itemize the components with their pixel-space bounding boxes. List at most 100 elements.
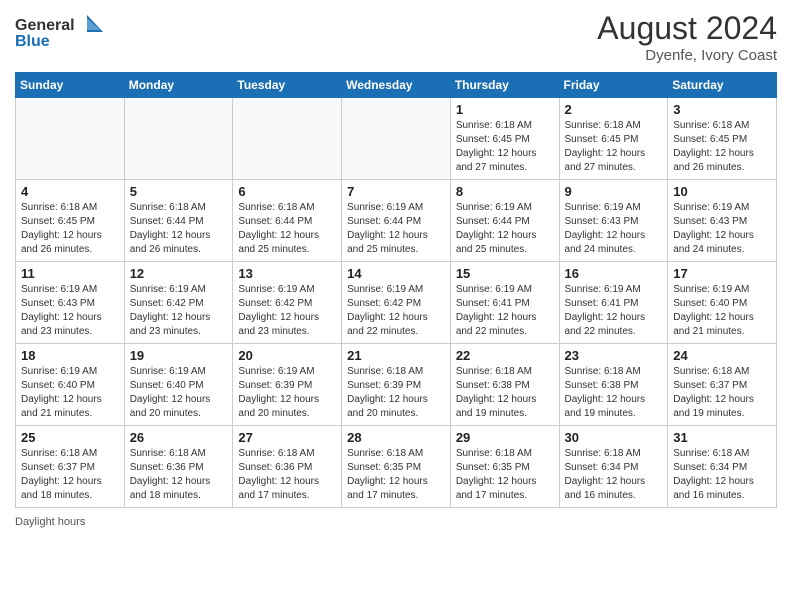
calendar-week-row: 1 Sunrise: 6:18 AMSunset: 6:45 PMDaylight… bbox=[16, 98, 777, 180]
svg-text:Blue: Blue bbox=[15, 33, 50, 50]
calendar-day-cell: 11 Sunrise: 6:19 AMSunset: 6:43 PMDayligh… bbox=[16, 262, 125, 344]
day-number: 20 bbox=[238, 348, 336, 363]
day-info: Sunrise: 6:19 AMSunset: 6:42 PMDaylight:… bbox=[238, 283, 336, 339]
day-info: Sunrise: 6:18 AMSunset: 6:38 PMDaylight:… bbox=[456, 365, 554, 421]
day-number: 21 bbox=[347, 348, 445, 363]
day-info: Sunrise: 6:19 AMSunset: 6:41 PMDaylight:… bbox=[456, 283, 554, 339]
day-info: Sunrise: 6:19 AMSunset: 6:44 PMDaylight:… bbox=[347, 201, 445, 257]
location: Dyenfe, Ivory Coast bbox=[597, 47, 777, 64]
calendar-day-cell: 17Sunrise: 6:19 AMSunset: 6:40 PMDayligh… bbox=[668, 262, 777, 344]
month-year: August 2024 bbox=[597, 10, 777, 47]
day-info: Sunrise: 6:19 AMSunset: 6:41 PMDaylight:… bbox=[565, 283, 663, 339]
calendar-day-cell: 19Sunrise: 6:19 AMSunset: 6:40 PMDayligh… bbox=[124, 344, 233, 426]
day-info: Sunrise: 6:18 AMSunset: 6:36 PMDaylight:… bbox=[238, 447, 336, 503]
day-info: Sunrise: 6:19 AMSunset: 6:43 PMDaylight:… bbox=[673, 201, 771, 257]
day-number: 23 bbox=[565, 348, 663, 363]
calendar-day-cell: 24Sunrise: 6:18 AMSunset: 6:37 PMDayligh… bbox=[668, 344, 777, 426]
day-info: Sunrise: 6:19 AMSunset: 6:40 PMDaylight:… bbox=[21, 365, 119, 421]
day-info: Sunrise: 6:19 AMSunset: 6:44 PMDaylight:… bbox=[456, 201, 554, 257]
day-info: Sunrise: 6:18 AMSunset: 6:44 PMDaylight:… bbox=[130, 201, 228, 257]
calendar-day-cell: 8 Sunrise: 6:19 AMSunset: 6:44 PMDaylight… bbox=[450, 180, 559, 262]
day-number: 5 bbox=[130, 184, 228, 199]
day-number: 18 bbox=[21, 348, 119, 363]
calendar-day-cell: 9Sunrise: 6:19 AMSunset: 6:43 PMDaylight… bbox=[559, 180, 668, 262]
day-number: 25 bbox=[21, 430, 119, 445]
calendar-day-cell: 6 Sunrise: 6:18 AMSunset: 6:44 PMDaylight… bbox=[233, 180, 342, 262]
day-info: Sunrise: 6:18 AMSunset: 6:37 PMDaylight:… bbox=[21, 447, 119, 503]
calendar-day-cell: 23Sunrise: 6:18 AMSunset: 6:38 PMDayligh… bbox=[559, 344, 668, 426]
calendar-day-cell: 12 Sunrise: 6:19 AMSunset: 6:42 PMDayligh… bbox=[124, 262, 233, 344]
day-number: 10 bbox=[673, 184, 771, 199]
calendar-day-cell bbox=[124, 98, 233, 180]
day-number: 4 bbox=[21, 184, 119, 199]
calendar-day-cell bbox=[16, 98, 125, 180]
day-number: 29 bbox=[456, 430, 554, 445]
day-number: 13 bbox=[238, 266, 336, 281]
day-info: Sunrise: 6:19 AMSunset: 6:40 PMDaylight:… bbox=[673, 283, 771, 339]
calendar-day-cell: 27 Sunrise: 6:18 AMSunset: 6:36 PMDayligh… bbox=[233, 426, 342, 508]
page: General Blue August 2024 Dyenfe, Ivory C… bbox=[0, 0, 792, 612]
day-number: 3 bbox=[673, 102, 771, 117]
calendar-day-cell bbox=[233, 98, 342, 180]
day-info: Sunrise: 6:18 AMSunset: 6:39 PMDaylight:… bbox=[347, 365, 445, 421]
calendar-day-cell: 5 Sunrise: 6:18 AMSunset: 6:44 PMDaylight… bbox=[124, 180, 233, 262]
day-number: 28 bbox=[347, 430, 445, 445]
day-info: Sunrise: 6:18 AMSunset: 6:35 PMDaylight:… bbox=[347, 447, 445, 503]
logo-icon: General Blue bbox=[15, 10, 105, 55]
day-info: Sunrise: 6:18 AMSunset: 6:44 PMDaylight:… bbox=[238, 201, 336, 257]
calendar-day-cell: 25 Sunrise: 6:18 AMSunset: 6:37 PMDayligh… bbox=[16, 426, 125, 508]
title-block: August 2024 Dyenfe, Ivory Coast bbox=[597, 10, 777, 64]
day-number: 6 bbox=[238, 184, 336, 199]
day-info: Sunrise: 6:18 AMSunset: 6:34 PMDaylight:… bbox=[673, 447, 771, 503]
calendar-day-cell: 28 Sunrise: 6:18 AMSunset: 6:35 PMDayligh… bbox=[342, 426, 451, 508]
day-number: 15 bbox=[456, 266, 554, 281]
calendar-day-cell: 13 Sunrise: 6:19 AMSunset: 6:42 PMDayligh… bbox=[233, 262, 342, 344]
calendar-week-row: 18 Sunrise: 6:19 AMSunset: 6:40 PMDayligh… bbox=[16, 344, 777, 426]
day-info: Sunrise: 6:19 AMSunset: 6:43 PMDaylight:… bbox=[21, 283, 119, 339]
calendar-table: SundayMondayTuesdayWednesdayThursdayFrid… bbox=[15, 72, 777, 508]
calendar-day-cell: 16Sunrise: 6:19 AMSunset: 6:41 PMDayligh… bbox=[559, 262, 668, 344]
day-number: 11 bbox=[21, 266, 119, 281]
day-of-week-header: Sunday bbox=[16, 73, 125, 98]
day-number: 8 bbox=[456, 184, 554, 199]
day-number: 27 bbox=[238, 430, 336, 445]
svg-text:General: General bbox=[15, 17, 75, 34]
header: General Blue August 2024 Dyenfe, Ivory C… bbox=[15, 10, 777, 64]
day-number: 14 bbox=[347, 266, 445, 281]
calendar-day-cell: 20 Sunrise: 6:19 AMSunset: 6:39 PMDayligh… bbox=[233, 344, 342, 426]
day-info: Sunrise: 6:19 AMSunset: 6:42 PMDaylight:… bbox=[347, 283, 445, 339]
day-info: Sunrise: 6:18 AMSunset: 6:45 PMDaylight:… bbox=[673, 119, 771, 175]
day-info: Sunrise: 6:18 AMSunset: 6:45 PMDaylight:… bbox=[456, 119, 554, 175]
calendar-header-row: SundayMondayTuesdayWednesdayThursdayFrid… bbox=[16, 73, 777, 98]
day-number: 24 bbox=[673, 348, 771, 363]
calendar-day-cell: 26 Sunrise: 6:18 AMSunset: 6:36 PMDayligh… bbox=[124, 426, 233, 508]
day-number: 12 bbox=[130, 266, 228, 281]
calendar-week-row: 25 Sunrise: 6:18 AMSunset: 6:37 PMDayligh… bbox=[16, 426, 777, 508]
day-number: 19 bbox=[130, 348, 228, 363]
calendar-day-cell: 4 Sunrise: 6:18 AMSunset: 6:45 PMDaylight… bbox=[16, 180, 125, 262]
day-info: Sunrise: 6:19 AMSunset: 6:42 PMDaylight:… bbox=[130, 283, 228, 339]
day-number: 1 bbox=[456, 102, 554, 117]
calendar-day-cell bbox=[342, 98, 451, 180]
day-of-week-header: Saturday bbox=[668, 73, 777, 98]
day-info: Sunrise: 6:18 AMSunset: 6:45 PMDaylight:… bbox=[21, 201, 119, 257]
day-info: Sunrise: 6:18 AMSunset: 6:34 PMDaylight:… bbox=[565, 447, 663, 503]
day-of-week-header: Friday bbox=[559, 73, 668, 98]
logo: General Blue bbox=[15, 10, 105, 60]
calendar-day-cell: 31 Sunrise: 6:18 AMSunset: 6:34 PMDayligh… bbox=[668, 426, 777, 508]
calendar-day-cell: 2Sunrise: 6:18 AMSunset: 6:45 PMDaylight… bbox=[559, 98, 668, 180]
day-number: 26 bbox=[130, 430, 228, 445]
day-info: Sunrise: 6:18 AMSunset: 6:35 PMDaylight:… bbox=[456, 447, 554, 503]
calendar-day-cell: 30Sunrise: 6:18 AMSunset: 6:34 PMDayligh… bbox=[559, 426, 668, 508]
calendar-day-cell: 29 Sunrise: 6:18 AMSunset: 6:35 PMDayligh… bbox=[450, 426, 559, 508]
calendar-day-cell: 15 Sunrise: 6:19 AMSunset: 6:41 PMDayligh… bbox=[450, 262, 559, 344]
day-info: Sunrise: 6:18 AMSunset: 6:36 PMDaylight:… bbox=[130, 447, 228, 503]
daylight-footer: Daylight hours bbox=[15, 516, 777, 528]
calendar-day-cell: 21 Sunrise: 6:18 AMSunset: 6:39 PMDayligh… bbox=[342, 344, 451, 426]
day-of-week-header: Tuesday bbox=[233, 73, 342, 98]
day-number: 9 bbox=[565, 184, 663, 199]
calendar-day-cell: 1 Sunrise: 6:18 AMSunset: 6:45 PMDaylight… bbox=[450, 98, 559, 180]
day-of-week-header: Wednesday bbox=[342, 73, 451, 98]
day-info: Sunrise: 6:19 AMSunset: 6:39 PMDaylight:… bbox=[238, 365, 336, 421]
day-number: 31 bbox=[673, 430, 771, 445]
